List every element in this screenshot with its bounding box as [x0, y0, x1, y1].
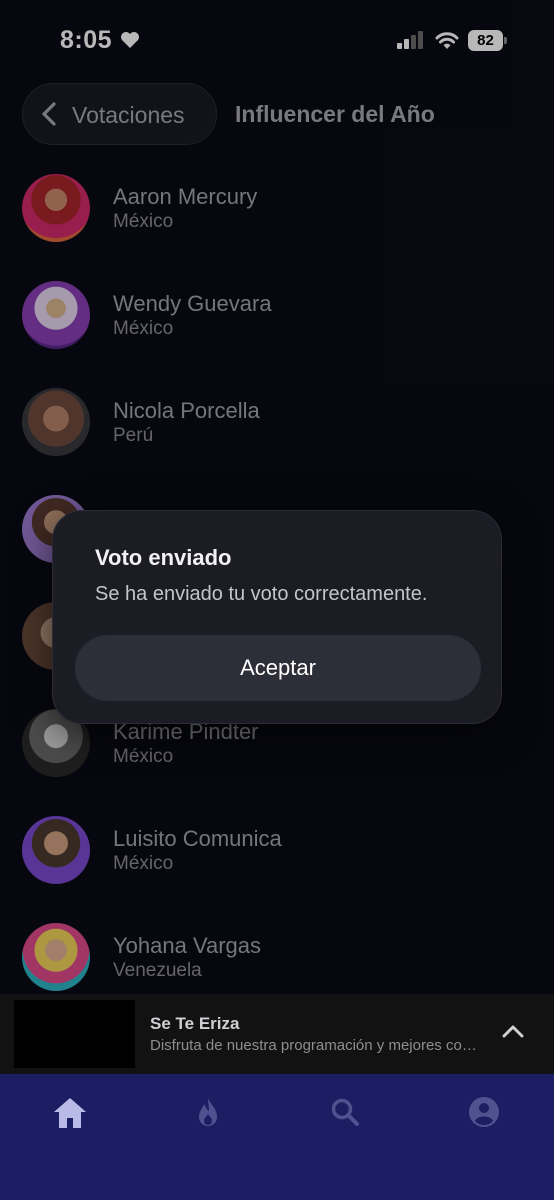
tab-account[interactable]: [454, 1092, 514, 1136]
tab-home[interactable]: [40, 1092, 100, 1136]
tab-trending[interactable]: [178, 1092, 238, 1136]
alert-message: Se ha enviado tu voto correctamente.: [95, 583, 428, 605]
mini-player-thumbnail: [14, 1000, 135, 1068]
vote-sent-alert: Voto enviado Se ha enviado tu voto corre…: [52, 510, 502, 724]
account-icon: [469, 1097, 499, 1127]
app-screen: 8:05 82 Votaciones Influencer del Año Aa…: [0, 0, 554, 1200]
tab-search[interactable]: [316, 1092, 376, 1136]
tab-bar: [0, 1074, 554, 1200]
search-icon: [331, 1098, 359, 1126]
mini-player-title: Se Te Eriza: [150, 1014, 240, 1033]
alert-title: Voto enviado: [95, 545, 232, 570]
mini-player[interactable]: Se Te Eriza Disfruta de nuestra programa…: [0, 994, 554, 1074]
chevron-up-icon[interactable]: [500, 1022, 526, 1040]
flame-icon: [199, 1098, 217, 1126]
mini-player-subtitle: Disfruta de nuestra programación y mejor…: [150, 1037, 485, 1054]
home-icon: [54, 1098, 86, 1128]
accept-button[interactable]: Aceptar: [75, 635, 481, 701]
